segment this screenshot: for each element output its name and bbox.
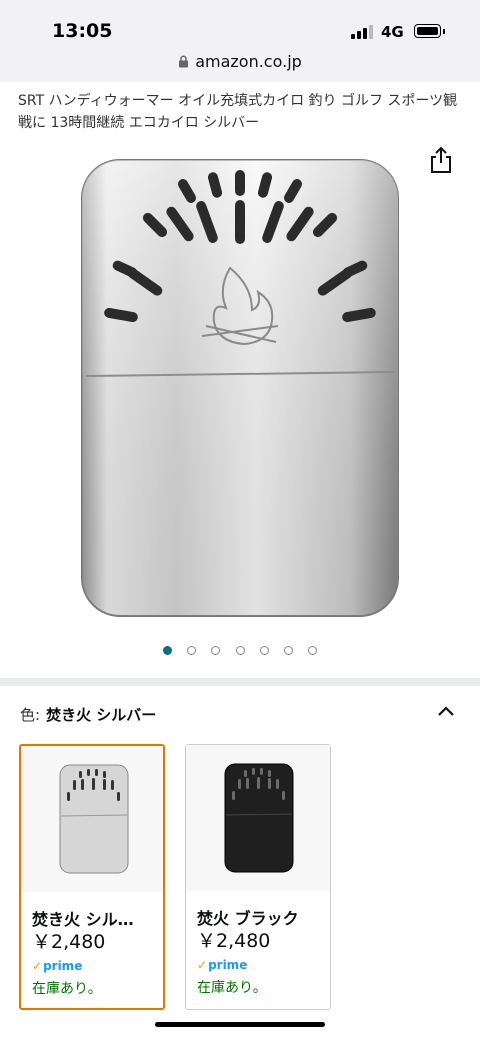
color-label: 色:: [20, 706, 41, 724]
carousel-dot[interactable]: [211, 646, 221, 655]
signal-strength-icon: [351, 25, 375, 39]
status-bar: 13:05 4G amazon.co.jp: [0, 0, 480, 82]
share-icon[interactable]: [428, 146, 454, 174]
clock: 13:05: [52, 20, 113, 42]
url-text: amazon.co.jp: [195, 52, 302, 71]
product-title: SRT ハンディウォーマー オイル充填式カイロ 釣り ゴルフ スポーツ観戦に 1…: [18, 93, 458, 131]
image-carousel-dots[interactable]: [0, 640, 480, 659]
availability-status: 在庫あり。: [197, 980, 267, 996]
color-option-silver[interactable]: 焚き火 シル… ￥2,480 ✓prime 在庫あり。: [19, 744, 165, 1010]
carousel-dot[interactable]: [259, 646, 269, 655]
address-bar[interactable]: amazon.co.jp: [0, 52, 480, 72]
option-price: ￥2,480: [197, 930, 271, 952]
carousel-dot[interactable]: [187, 646, 197, 655]
prime-badge: ✓prime: [197, 958, 248, 972]
carousel-dot[interactable]: [283, 646, 293, 655]
carousel-dot[interactable]: [163, 646, 173, 655]
silver-warmer-thumbnail: [21, 746, 163, 892]
color-option-black[interactable]: 焚火 ブラック ￥2,480 ✓prime 在庫あり。: [185, 744, 331, 1010]
checkmark-icon: ✓: [197, 958, 208, 972]
option-price: ￥2,480: [32, 931, 106, 953]
color-selector-header[interactable]: 色: 焚き火 シルバー: [20, 704, 156, 725]
availability-status: 在庫あり。: [32, 981, 102, 997]
battery-icon: [414, 24, 445, 38]
hand-warmer-silver-image[interactable]: [80, 158, 400, 618]
selected-color-value: 焚き火 シルバー: [46, 706, 157, 724]
carousel-dot[interactable]: [235, 646, 245, 655]
network-type: 4G: [381, 23, 404, 41]
carousel-dot[interactable]: [307, 646, 317, 655]
prime-badge: ✓prime: [32, 959, 83, 973]
section-divider: [0, 678, 480, 686]
black-warmer-thumbnail: [186, 745, 330, 891]
checkmark-icon: ✓: [32, 959, 43, 973]
home-indicator[interactable]: [155, 1022, 325, 1027]
lock-icon: [178, 53, 189, 72]
chevron-up-icon[interactable]: [437, 702, 455, 716]
